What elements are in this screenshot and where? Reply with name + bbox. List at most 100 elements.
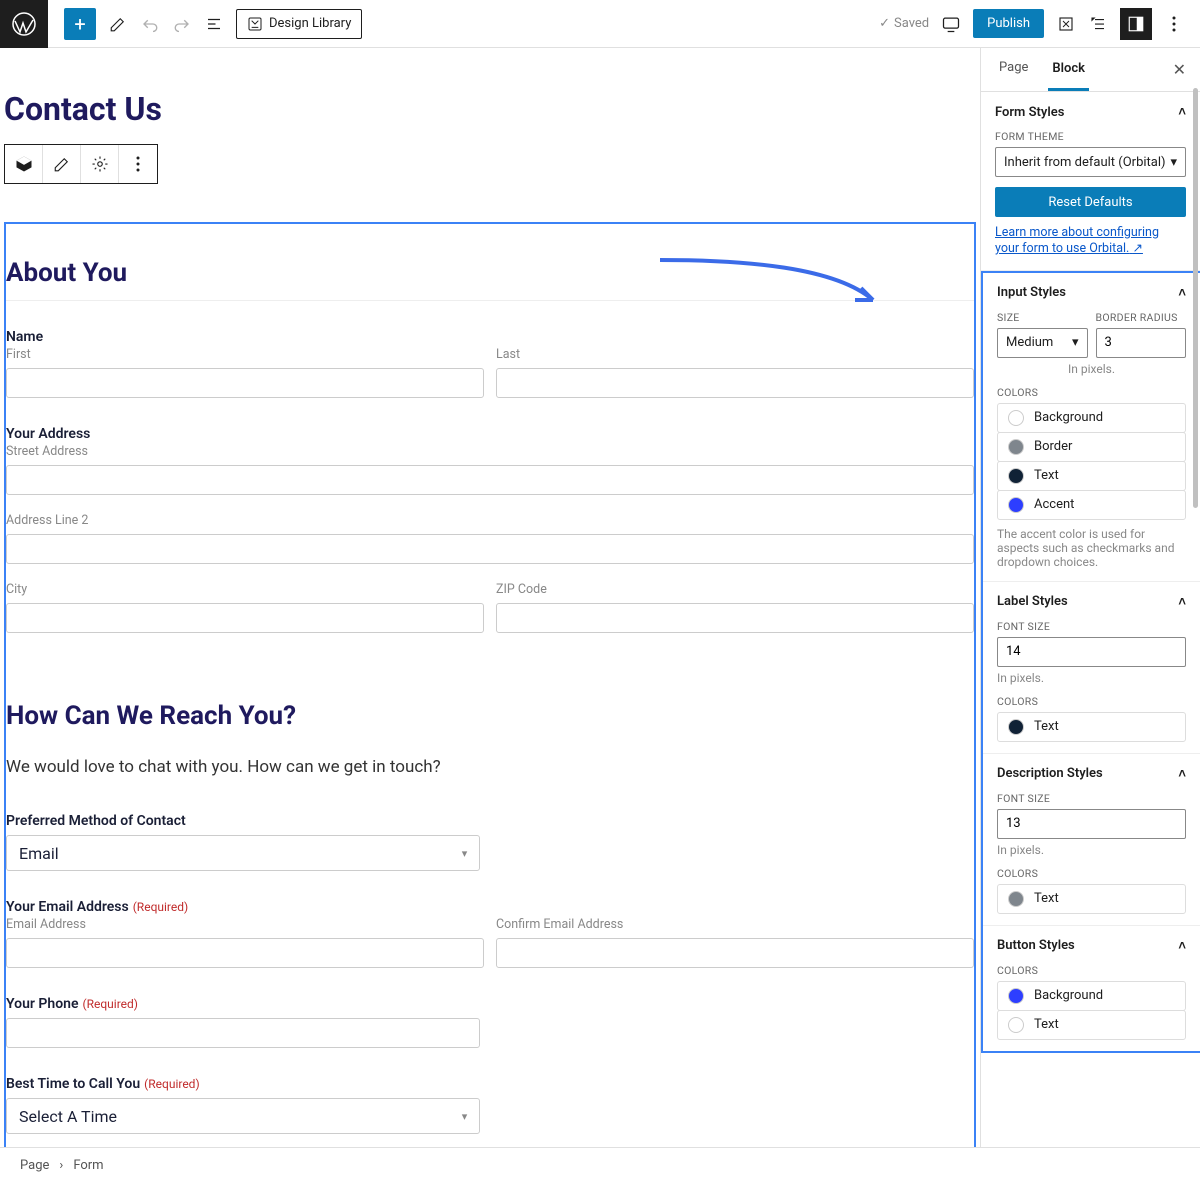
input-email-confirm[interactable] [496,938,974,968]
label-colors-label: COLORS [997,695,1186,708]
color-row[interactable]: Background [997,981,1186,1011]
input-line2[interactable] [6,534,974,564]
toolbar-left: + Design Library [48,8,362,40]
wp-logo[interactable] [0,0,48,48]
input-email[interactable] [6,938,484,968]
color-row[interactable]: Text [997,884,1186,914]
breadcrumb-page[interactable]: Page [20,1158,49,1173]
panel-title-text: Description Styles [997,766,1103,781]
more-options-icon[interactable] [1164,14,1184,34]
select-best-time[interactable]: Select A Time ▾ [6,1098,480,1134]
editor-canvas[interactable]: Contact Us About You Name First [0,48,980,1147]
publish-button[interactable]: Publish [973,9,1044,38]
panel-title-input-styles[interactable]: Input Styles ˄ [997,285,1186,301]
panel-input-styles: Input Styles ˄ SIZE Medium ▾ BORDER R [983,273,1200,582]
color-name: Border [1034,439,1072,454]
input-size-select[interactable]: Medium ▾ [997,328,1088,358]
settings-sidebar-toggle[interactable] [1120,8,1152,40]
undo-icon[interactable] [140,14,160,34]
chevron-down-icon: ▾ [462,1110,468,1123]
block-edit-icon[interactable] [43,145,81,183]
input-phone[interactable] [6,1018,480,1048]
sublabel-email-confirm: Confirm Email Address [496,915,974,932]
block-type-icon[interactable] [5,145,43,183]
chevron-down-icon: ▾ [462,847,468,860]
color-swatch [1008,439,1024,455]
input-colors-label: COLORS [997,386,1186,399]
color-row[interactable]: Background [997,403,1186,433]
panel-title-form-styles[interactable]: Form Styles ˄ [995,104,1186,120]
reset-defaults-button[interactable]: Reset Defaults [995,187,1186,217]
breadcrumb-form[interactable]: Form [73,1158,103,1173]
sublabel-zip: ZIP Code [496,580,974,597]
block-settings-icon[interactable] [81,145,119,183]
saved-indicator: ✓Saved [879,16,929,31]
tab-block[interactable]: Block [1048,49,1089,91]
view-icon[interactable] [941,14,961,34]
size-label: SIZE [997,311,1088,324]
color-name: Background [1034,988,1103,1003]
external-link-icon: ↗ [1132,241,1142,256]
add-block-button[interactable]: + [64,8,96,40]
color-swatch [1008,468,1024,484]
color-swatch [1008,719,1024,735]
panel-button-styles: Button Styles ˄ COLORS BackgroundText [983,926,1200,1051]
input-zip[interactable] [496,603,974,633]
section-heading-reach[interactable]: How Can We Reach You? [6,677,974,743]
form-theme-select[interactable]: Inherit from default (Orbital) ▾ [995,147,1186,177]
field-label-address: Your Address [6,426,974,442]
panel-label-styles: Label Styles ˄ FONT SIZE In pixels. COLO… [983,582,1200,754]
label-font-size-input[interactable] [997,637,1186,667]
redo-icon[interactable] [172,14,192,34]
settings-sidebar: Page Block ✕ Form Styles ˄ FORM THEME In… [980,48,1200,1147]
panel-form-styles: Form Styles ˄ FORM THEME Inherit from de… [981,92,1200,271]
section-heading-about[interactable]: About You [6,234,974,301]
input-first-name[interactable] [6,368,484,398]
design-library-label: Design Library [269,16,351,31]
section-description[interactable]: We would love to chat with you. How can … [6,743,974,785]
sublabel-city: City [6,580,484,597]
form-theme-value: Inherit from default (Orbital) [1004,155,1166,170]
color-row[interactable]: Text [997,461,1186,491]
input-city[interactable] [6,603,484,633]
border-radius-input[interactable] [1096,328,1187,358]
document-outline-icon[interactable] [204,14,224,34]
highlighted-style-panels: Input Styles ˄ SIZE Medium ▾ BORDER R [981,271,1200,1053]
input-street[interactable] [6,465,974,495]
color-row[interactable]: Text [997,712,1186,742]
sublabel-email: Email Address [6,915,484,932]
label-font-size-label: FONT SIZE [997,620,1186,633]
block-more-icon[interactable] [119,145,157,183]
border-radius-hint: In pixels. [997,362,1186,376]
sublabel-street: Street Address [6,442,974,459]
close-sidebar-button[interactable]: ✕ [1173,60,1186,79]
panel-title-button-styles[interactable]: Button Styles ˄ [997,938,1186,954]
color-row[interactable]: Text [997,1010,1186,1040]
desc-font-size-input[interactable] [997,809,1186,839]
page-title[interactable]: Contact Us [0,90,980,128]
tab-page[interactable]: Page [995,60,1032,79]
design-library-button[interactable]: Design Library [236,9,362,39]
panel-title-description-styles[interactable]: Description Styles ˄ [997,766,1186,782]
color-row[interactable]: Border [997,432,1186,462]
learn-more-link[interactable]: Learn more about configuring your form t… [995,225,1186,258]
sidebar-scrollbar[interactable] [1193,88,1198,508]
field-label-name: Name [6,329,974,345]
color-swatch [1008,1017,1024,1033]
panel-title-text: Input Styles [997,285,1066,300]
toolbar-extra-1-icon[interactable] [1056,14,1076,34]
panel-title-text: Label Styles [997,594,1068,609]
color-row[interactable]: Accent [997,490,1186,520]
edit-mode-icon[interactable] [108,14,128,34]
field-name: Name First Last [6,329,974,398]
toolbar-extra-2-icon[interactable] [1088,14,1108,34]
input-last-name[interactable] [496,368,974,398]
select-best-time-value: Select A Time [19,1107,117,1126]
panel-title-label-styles[interactable]: Label Styles ˄ [997,594,1186,610]
select-preferred-contact[interactable]: Email ▾ [6,835,480,871]
label-font-size-hint: In pixels. [997,671,1186,685]
breadcrumb-separator-icon: › [59,1158,63,1173]
form-block-selected[interactable]: About You Name First Last [4,222,976,1147]
breadcrumb: Page › Form [0,1147,1200,1183]
desc-font-size-label: FONT SIZE [997,792,1186,805]
